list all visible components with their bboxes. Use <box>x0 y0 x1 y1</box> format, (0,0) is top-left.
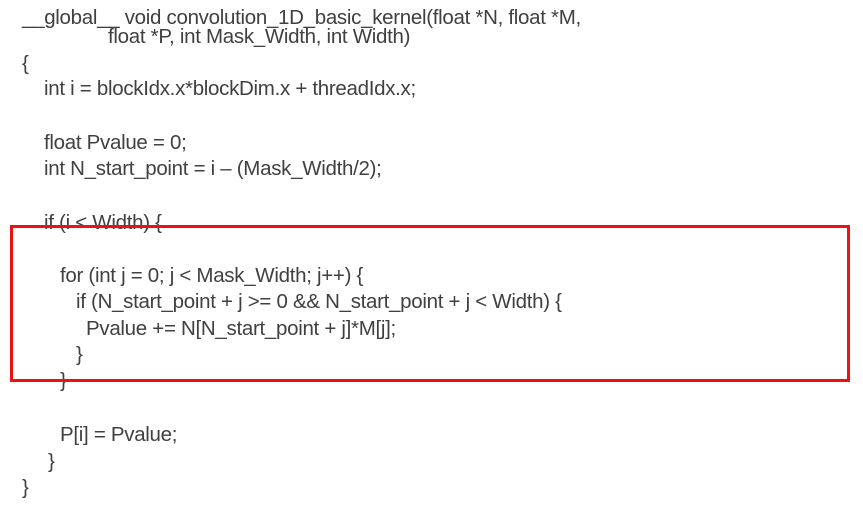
code-line-open-brace: { <box>22 52 29 75</box>
code-line-close-if-width: } <box>48 450 55 473</box>
slide: __global__ void convolution_1D_basic_ker… <box>0 0 863 506</box>
code-line-store-result: P[i] = Pvalue; <box>60 423 178 446</box>
code-line-start-point: int N_start_point = i – (Mask_Width/2); <box>44 157 382 180</box>
code-line-close-kernel: } <box>22 476 29 499</box>
code-line-index: int i = blockIdx.x*blockDim.x + threadId… <box>44 77 416 100</box>
code-line-pvalue-init: float Pvalue = 0; <box>44 131 187 154</box>
code-line-signature-params: float *P, int Mask_Width, int Width) <box>108 25 411 48</box>
highlight-box <box>10 225 850 382</box>
